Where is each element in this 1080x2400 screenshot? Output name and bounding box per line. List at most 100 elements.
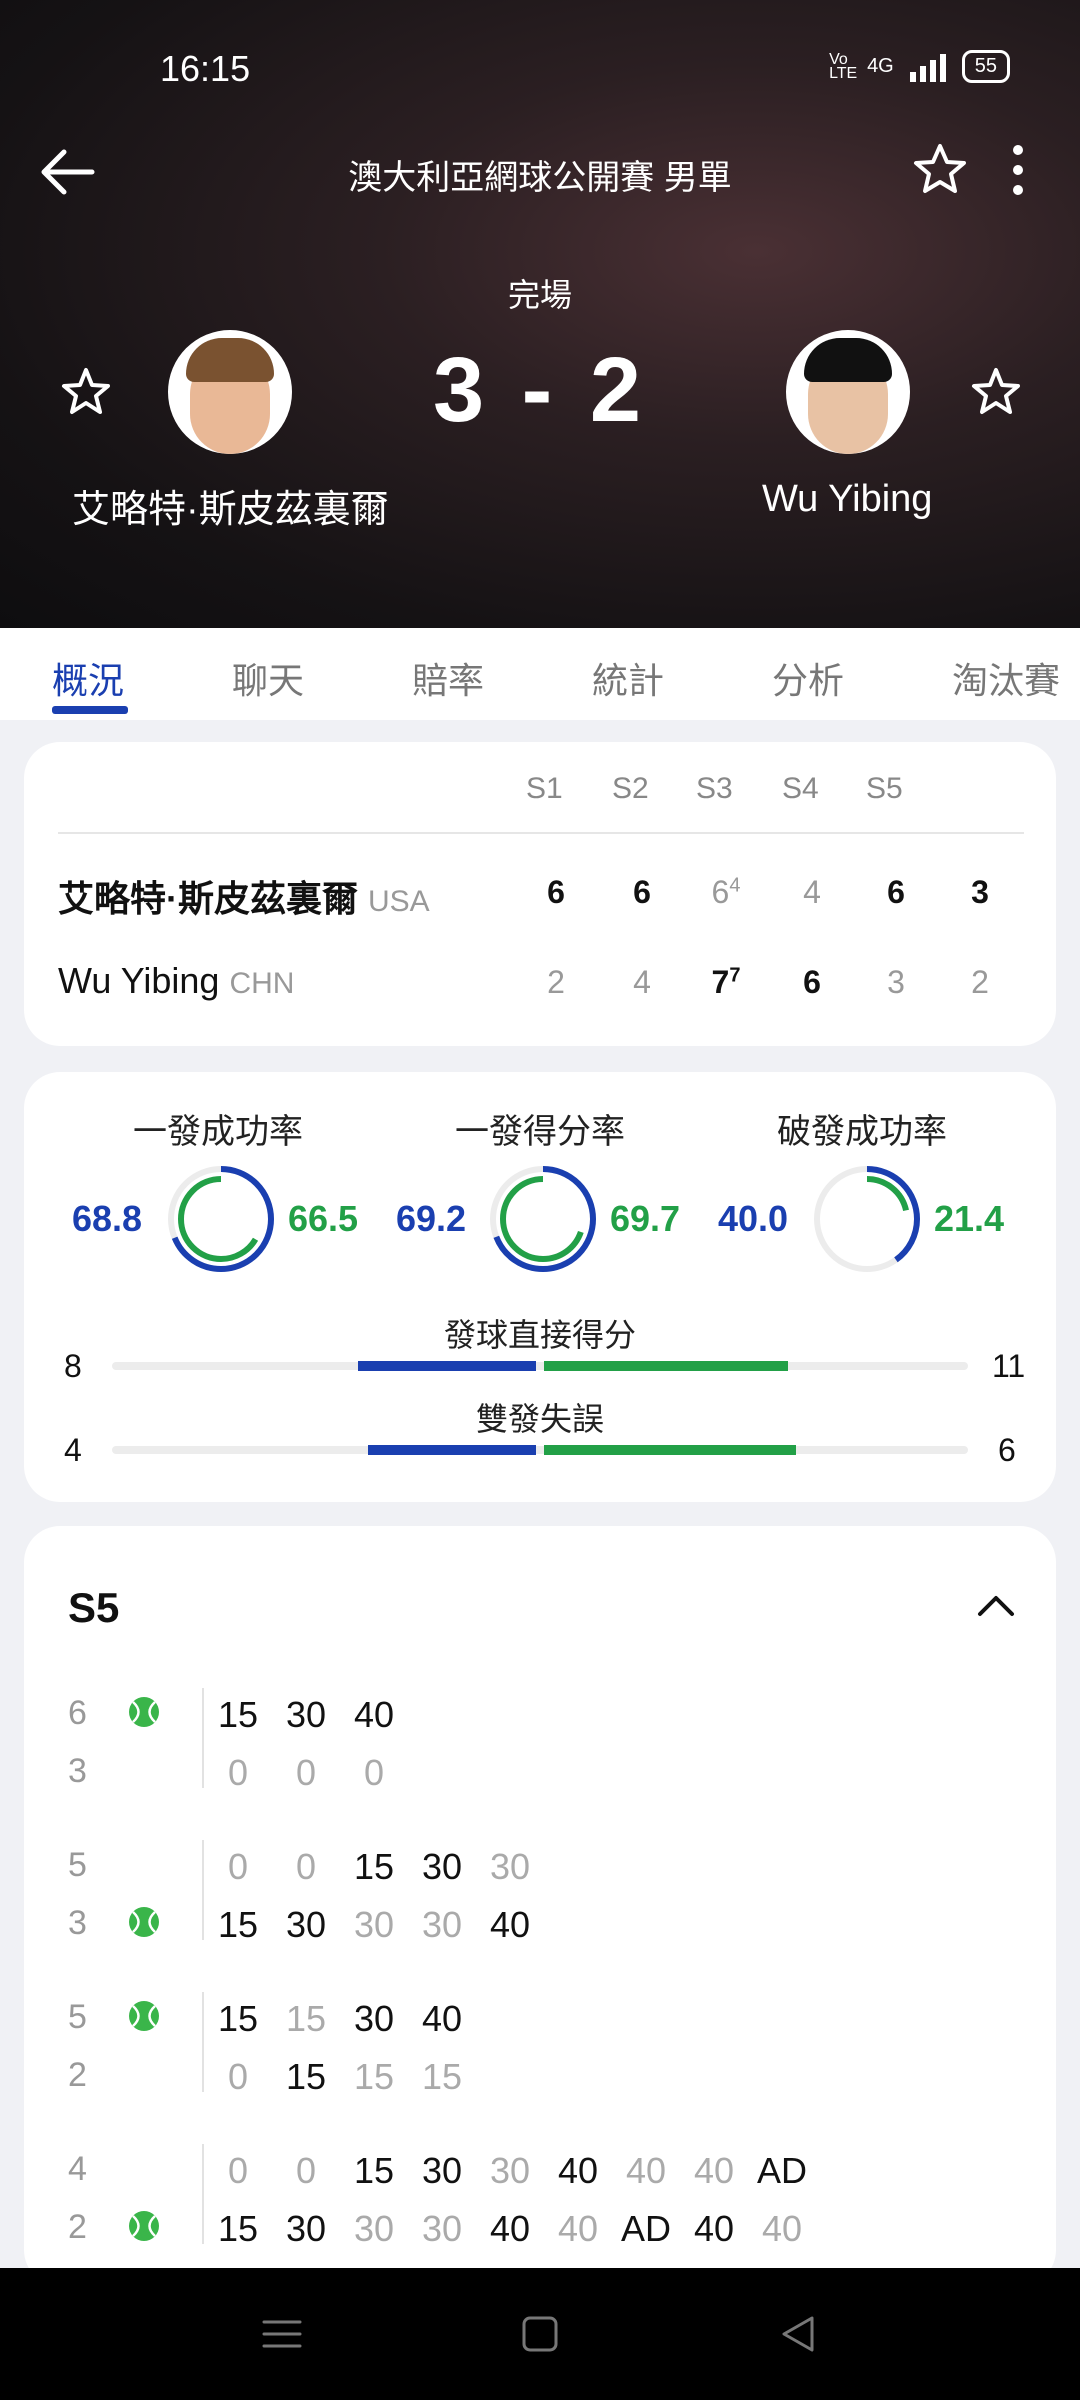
bar-track: [112, 1362, 968, 1370]
point-score: 30: [421, 1904, 463, 1945]
away-name: Wu Yibing: [58, 960, 220, 1001]
point-score: 40: [353, 1694, 395, 1735]
point-score: 0: [295, 1752, 317, 1793]
point-score: 0: [227, 2056, 249, 2097]
home-name: 艾略特·斯皮茲裏爾: [58, 878, 358, 919]
game-home-score: 5: [68, 1998, 87, 2036]
volte-indicator: Vo LTE: [829, 50, 858, 82]
home-country: USA: [368, 885, 430, 918]
bar-away-fill: [544, 1445, 796, 1455]
stat-away-value: 69.7: [610, 1198, 681, 1239]
away-set-score: 4: [633, 964, 651, 1000]
point-score: 15: [285, 1998, 327, 2039]
point-score: AD: [620, 2208, 671, 2249]
chevron-up-icon[interactable]: [976, 1590, 1016, 1620]
star-icon[interactable]: [58, 364, 114, 420]
bar-home-value: 4: [64, 1432, 82, 1468]
point-score: 15: [353, 2056, 395, 2097]
stat-home-value: 40.0: [718, 1198, 789, 1239]
tab-chat[interactable]: 聊天: [232, 652, 304, 704]
match-score: 3 - 2: [432, 339, 648, 441]
stat-label: 一發成功率: [133, 1113, 303, 1151]
point-score: 15: [353, 1846, 395, 1887]
home-set-score: 6: [633, 874, 651, 910]
bar-track: [112, 1446, 968, 1454]
point-score: 30: [421, 1846, 463, 1887]
away-row-name: Wu Yibing CHN: [58, 960, 294, 1002]
avatar[interactable]: [786, 330, 910, 454]
menu-icon[interactable]: [256, 2308, 308, 2360]
divider: [58, 832, 1024, 834]
point-score: 30: [285, 1694, 327, 1735]
point-score: 15: [217, 1998, 259, 2039]
point-score: AD: [756, 2150, 807, 2191]
tab-analysis[interactable]: 分析: [772, 652, 844, 704]
stat-ring: [168, 1166, 274, 1272]
point-score: 40: [489, 1904, 531, 1945]
game-away-score: 2: [68, 2056, 87, 2094]
tennis-ball-icon: [129, 1697, 159, 1727]
battery-indicator: 55: [961, 50, 1010, 83]
away-set-score: 77: [696, 964, 756, 1001]
set-header: S4: [782, 772, 819, 805]
point-score: 0: [227, 1846, 249, 1887]
away-country: CHN: [229, 967, 295, 1000]
signal-icon: [909, 53, 946, 82]
point-score: 0: [295, 1846, 317, 1887]
tennis-ball-icon: [129, 2211, 159, 2241]
bar-home-value: 8: [64, 1348, 82, 1384]
point-score: 15: [421, 2056, 463, 2097]
point-score: 15: [217, 1694, 259, 1735]
tab-overview[interactable]: 概況: [52, 652, 124, 704]
point-score: 40: [557, 2208, 599, 2249]
network-indicator: 4G: [867, 55, 894, 77]
away-current-game: 2: [971, 964, 989, 1000]
game-away-score: 3: [68, 1904, 87, 1942]
set-games: 6: [711, 874, 730, 910]
tab-odds[interactable]: 賠率: [412, 652, 484, 704]
divider: [202, 2144, 204, 2244]
set-detail-card: [24, 1526, 1056, 2286]
home-player-name[interactable]: 艾略特·斯皮茲裏爾: [72, 478, 389, 533]
tab-knockout[interactable]: 淘汰賽: [952, 652, 1060, 704]
bar-label: 雙發失誤: [475, 1401, 604, 1437]
back-triangle-icon[interactable]: [772, 2308, 824, 2360]
away-set-score: 3: [887, 964, 905, 1000]
stat-home-value: 68.8: [72, 1198, 143, 1239]
point-score: 15: [217, 2208, 259, 2249]
point-score: 40: [693, 2150, 735, 2191]
star-icon[interactable]: [912, 142, 968, 198]
system-nav-bar: [0, 2268, 1080, 2400]
away-player-name[interactable]: Wu Yibing: [762, 478, 932, 521]
tiebreak-score: 7: [729, 964, 741, 987]
stat-label: 破發成功率: [777, 1113, 947, 1151]
game-home-score: 4: [68, 2150, 87, 2188]
stat-label: 一發得分率: [455, 1113, 625, 1151]
point-score: 30: [489, 2150, 531, 2191]
set-header: S2: [612, 772, 649, 805]
bar-away-fill: [544, 1361, 788, 1371]
home-square-icon[interactable]: [514, 2308, 566, 2360]
point-score: 30: [285, 2208, 327, 2249]
point-score: 40: [557, 2150, 599, 2191]
point-score: 30: [489, 1846, 531, 1887]
tab-stats[interactable]: 統計: [592, 652, 664, 704]
bar-away-value: 11: [992, 1348, 1026, 1384]
point-score: 30: [353, 2208, 395, 2249]
point-score: 15: [353, 2150, 395, 2191]
tab-bar: 概況 聊天 賠率 統計 分析 淘汰賽: [0, 628, 1080, 720]
star-icon[interactable]: [968, 364, 1024, 420]
point-score: 40: [693, 2208, 735, 2249]
away-set-score: 2: [547, 964, 565, 1000]
stat-away-value: 21.4: [934, 1198, 1005, 1239]
point-score: 15: [217, 1904, 259, 1945]
status-icons: Vo LTE 4G 55: [829, 50, 1010, 83]
bar-away-value: 6: [998, 1432, 1016, 1468]
point-score: 0: [363, 1752, 385, 1793]
more-vert-icon[interactable]: [1000, 142, 1036, 198]
away-set-score: 6: [803, 964, 821, 1000]
game-away-score: 3: [68, 1752, 87, 1790]
bar-home-fill: [368, 1445, 536, 1455]
avatar[interactable]: [168, 330, 292, 454]
active-tab-indicator: [52, 706, 128, 714]
